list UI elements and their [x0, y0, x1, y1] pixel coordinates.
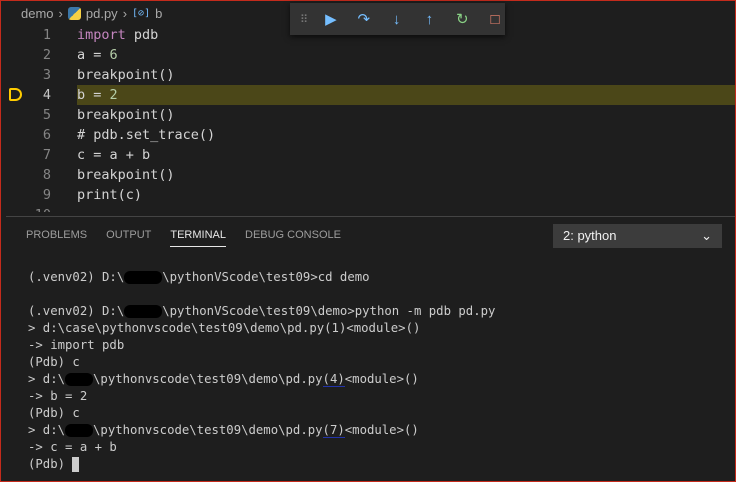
code-line: import pdb [77, 27, 159, 43]
line-number: 5 [42, 107, 51, 123]
panel-divider[interactable] [6, 216, 735, 217]
variable-symbol-icon: [⊘] [132, 8, 151, 19]
terminal-line: (Pdb) c [28, 406, 80, 420]
chevron-down-icon: ⌄ [701, 228, 712, 243]
line-number: 2 [42, 47, 51, 63]
python-file-icon [67, 7, 81, 20]
code-editor[interactable]: 1 import pdb 2a = 6 3 breakpoint() 4b = 2 … [1, 25, 735, 212]
terminal-line: > d:\ [28, 423, 66, 437]
code-line: breakpoint() [77, 167, 175, 183]
tab-terminal[interactable]: TERMINAL [170, 229, 226, 247]
chevron-right-icon: › [122, 6, 128, 21]
tab-output[interactable]: OUTPUT [106, 229, 151, 247]
code-line: breakpoint() [77, 107, 175, 123]
code-line: c = a + b [77, 147, 151, 163]
terminal-line: (Pdb) c [28, 355, 80, 369]
terminal-line: \pythonVScode\test09\demo>python -m pdb … [162, 304, 496, 318]
code-line: b = 2 [77, 87, 118, 103]
line-number: 3 [42, 67, 51, 83]
terminal-link[interactable]: (4) [322, 372, 345, 387]
line-number: 8 [42, 167, 51, 183]
breadcrumb-file[interactable]: pd.py [86, 6, 118, 21]
terminal-line: > d:\ [28, 372, 66, 386]
terminal-prompt: (Pdb) [28, 457, 73, 471]
line-number: 4 [42, 87, 51, 103]
breadcrumb-folder[interactable]: demo [21, 6, 54, 21]
terminal-line: > d:\case\pythonvscode\test09\demo\pd.py… [28, 321, 421, 335]
redacted-block [65, 373, 94, 386]
line-number: 9 [42, 187, 51, 203]
terminal-select[interactable]: 2: python ⌄ [553, 224, 722, 248]
terminal-line: -> c = a + b [28, 440, 117, 454]
terminal-line: (.venv02) D:\ [28, 304, 125, 318]
terminal-line: <module>() [344, 372, 419, 386]
terminal-line: \pythonvscode\test09\demo\pd.py [93, 372, 323, 386]
terminal-output[interactable]: (.venv02) D:\ \pythonVScode\test09>cd dem… [28, 269, 495, 473]
terminal-line: (.venv02) D:\ [28, 270, 125, 284]
terminal-line: -> import pdb [28, 338, 125, 352]
line-number: 10 [21, 205, 51, 212]
terminal-link[interactable]: (7) [322, 423, 345, 438]
breadcrumb: demo › pd.py › [⊘] b [21, 6, 162, 21]
terminal-line: <module>() [344, 423, 419, 437]
tab-debug-console[interactable]: DEBUG CONSOLE [245, 229, 341, 247]
tab-problems[interactable]: PROBLEMS [26, 229, 87, 247]
code-line: print(c) [77, 187, 143, 203]
panel-tabs: PROBLEMS OUTPUT TERMINAL DEBUG CONSOLE [26, 229, 341, 247]
code-line: breakpoint() [77, 67, 175, 83]
terminal-cursor [72, 457, 80, 472]
terminal-line: \pythonVScode\test09>cd demo [162, 270, 370, 284]
redacted-block [65, 424, 94, 437]
line-number: 1 [42, 27, 51, 43]
code-line: # pdb.set_trace() [77, 127, 216, 143]
current-line-highlight [77, 85, 735, 105]
redacted-block [124, 271, 163, 284]
terminal-select-value: 2: python [563, 228, 617, 243]
code-line: a = 6 [77, 47, 118, 63]
line-number: 6 [42, 127, 51, 143]
terminal-line: -> b = 2 [28, 389, 88, 403]
line-number: 7 [42, 147, 51, 163]
breadcrumb-symbol[interactable]: b [155, 6, 162, 21]
drag-grip-icon[interactable]: ⠿ [300, 13, 308, 26]
terminal-line: \pythonvscode\test09\demo\pd.py [93, 423, 323, 437]
chevron-right-icon: › [58, 6, 63, 21]
redacted-block [124, 305, 163, 318]
